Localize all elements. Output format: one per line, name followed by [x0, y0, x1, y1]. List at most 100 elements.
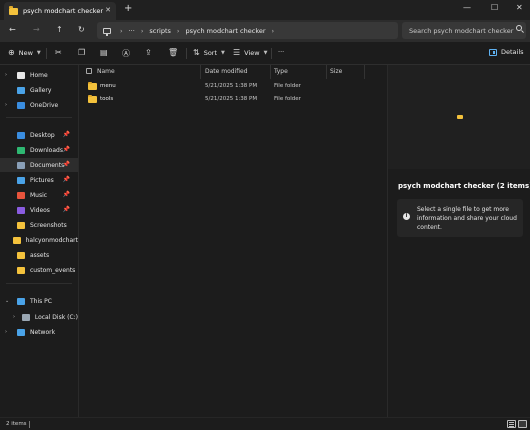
pin-icon[interactable]: 📌: [63, 176, 70, 183]
minimize-button[interactable]: —: [463, 3, 471, 12]
sidebar-item-custom-events[interactable]: custom_events: [0, 263, 78, 277]
sidebar-item-this-pc[interactable]: ⌄ This PC: [0, 294, 78, 308]
title-bar: psych modchart checker ✕ + — ☐ ✕: [0, 0, 530, 20]
sidebar-item-home[interactable]: › Home: [0, 68, 78, 82]
delete-button[interactable]: 🗑: [168, 48, 182, 57]
chevron-icon[interactable]: ›: [13, 314, 18, 320]
info-icon: i: [403, 213, 410, 220]
details-view-button[interactable]: [507, 420, 516, 428]
breadcrumb-more[interactable]: ···: [129, 27, 135, 35]
folder-icon: [17, 251, 25, 259]
pictures-icon: [17, 176, 25, 184]
sidebar-item-label: Gallery: [30, 86, 52, 94]
up-button[interactable]: ↑: [56, 25, 63, 34]
download-icon: [17, 146, 25, 154]
paste-button[interactable]: ▤: [100, 48, 112, 57]
tiles-view-button[interactable]: [518, 420, 527, 428]
sidebar-item-halcyonmodchart[interactable]: halcyonmodchart: [0, 233, 78, 247]
sidebar-item-label: custom_events: [30, 266, 76, 274]
details-pane: psych modchart checker (2 items) i Selec…: [387, 65, 530, 417]
plus-circle-icon: ⊕: [8, 48, 15, 57]
forward-button[interactable]: →: [33, 25, 40, 34]
pin-icon[interactable]: 📌: [63, 206, 70, 213]
sidebar-item-network[interactable]: › Network: [0, 325, 78, 339]
chevron-right-icon: ›: [140, 26, 144, 35]
refresh-button[interactable]: ↻: [78, 25, 85, 34]
share-button[interactable]: ⇪: [145, 48, 156, 57]
clipboard-icon: ▤: [100, 48, 108, 57]
chevron-icon[interactable]: ›: [5, 102, 13, 108]
sidebar-item-documents[interactable]: Documents 📌: [0, 158, 78, 172]
chevron-icon[interactable]: ›: [5, 72, 13, 78]
sidebar-item-screenshots[interactable]: Screenshots: [0, 218, 78, 232]
info-text: Select a single file to get more informa…: [417, 206, 517, 231]
sidebar-item-assets[interactable]: assets: [0, 248, 78, 262]
table-row[interactable]: menu 5/21/2025 1:38 PM File folder: [80, 80, 386, 93]
sidebar-item-music[interactable]: Music 📌: [0, 188, 78, 202]
videos-icon: [17, 206, 25, 214]
details-title: psych modchart checker (2 items): [398, 182, 530, 190]
copy-button[interactable]: ❐: [78, 48, 89, 57]
column-divider[interactable]: [364, 65, 365, 79]
sidebar-item-label: Network: [30, 328, 56, 336]
copy-icon: ❐: [78, 48, 86, 57]
file-date: 5/21/2025 1:38 PM: [205, 96, 258, 102]
breadcrumb[interactable]: › ··· › scripts › psych modchart checker…: [97, 22, 398, 39]
sidebar-divider: [6, 283, 72, 284]
pin-icon[interactable]: 📌: [63, 191, 70, 198]
sidebar-item-downloads[interactable]: Downloads 📌: [0, 143, 78, 157]
chevron-right-icon[interactable]: ›: [272, 27, 275, 35]
sidebar-item-local-disk-c[interactable]: › Local Disk (C:): [0, 310, 78, 324]
folder-icon: [17, 266, 25, 274]
column-header-size[interactable]: Size: [330, 68, 342, 75]
breadcrumb-current[interactable]: psych modchart checker: [186, 27, 266, 35]
sidebar-item-desktop[interactable]: Desktop 📌: [0, 128, 78, 142]
folder-icon: [457, 115, 463, 119]
column-header-type[interactable]: Type: [274, 68, 288, 75]
pin-icon[interactable]: 📌: [63, 161, 70, 168]
new-label: New: [18, 48, 33, 57]
column-divider[interactable]: [200, 65, 201, 79]
documents-icon: [17, 161, 25, 169]
pin-icon[interactable]: 📌: [63, 131, 70, 138]
sort-button[interactable]: ⇅ Sort ▼: [193, 48, 225, 57]
breadcrumb-scripts[interactable]: scripts: [149, 27, 171, 35]
tab-close-icon[interactable]: ✕: [105, 6, 111, 14]
chevron-icon[interactable]: ⌄: [5, 298, 13, 304]
gallery-icon: [17, 86, 25, 94]
close-window-button[interactable]: ✕: [516, 3, 523, 12]
sidebar-item-gallery[interactable]: Gallery: [0, 83, 78, 97]
details-button[interactable]: Details: [489, 48, 524, 56]
sidebar-item-onedrive[interactable]: › OneDrive: [0, 98, 78, 112]
sort-label: Sort: [203, 48, 218, 57]
details-pane-icon: [489, 48, 497, 56]
tab-psych-modchart-checker[interactable]: psych modchart checker ✕: [4, 2, 116, 20]
chevron-down-icon: ▼: [263, 49, 268, 56]
more-options-button[interactable]: ···: [278, 48, 284, 56]
column-divider[interactable]: [270, 65, 271, 79]
view-button[interactable]: ☰ View ▼: [233, 48, 267, 57]
column-divider[interactable]: [326, 65, 327, 79]
cut-button[interactable]: ✂: [55, 48, 66, 57]
sidebar-item-pictures[interactable]: Pictures 📌: [0, 173, 78, 187]
cloud-icon: [17, 101, 25, 109]
sidebar-item-videos[interactable]: Videos 📌: [0, 203, 78, 217]
sidebar-divider: [6, 117, 72, 118]
search-icon: [516, 25, 522, 31]
list-line: [509, 426, 514, 427]
table-row[interactable]: tools 5/21/2025 1:38 PM File folder: [80, 93, 386, 106]
toolbar-divider: [271, 48, 272, 59]
rename-button[interactable]: Ⓐ: [122, 48, 134, 59]
column-header-date[interactable]: Date modified: [205, 68, 248, 75]
chevron-icon[interactable]: ›: [5, 329, 13, 335]
back-button[interactable]: ←: [9, 25, 16, 34]
new-button[interactable]: ⊕ New ▼: [8, 48, 41, 57]
folder-icon: [9, 6, 18, 15]
new-tab-button[interactable]: +: [124, 4, 132, 14]
search-input[interactable]: Search psych modchart checker: [402, 22, 526, 39]
view-icon: ☰: [233, 48, 241, 57]
select-all-checkbox[interactable]: [86, 68, 92, 74]
column-header-name[interactable]: Name: [97, 68, 115, 75]
maximize-button[interactable]: ☐: [491, 3, 498, 12]
pin-icon[interactable]: 📌: [63, 146, 70, 153]
